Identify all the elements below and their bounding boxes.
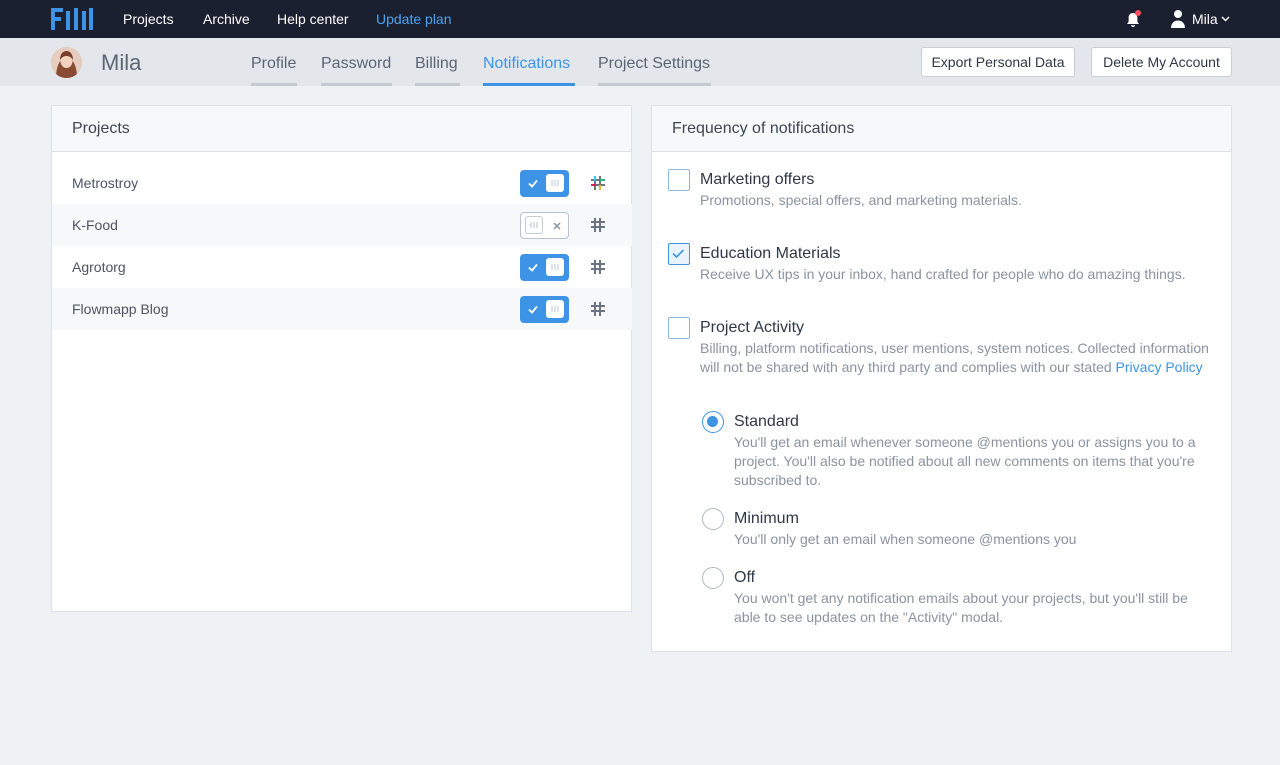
option-title: Project Activity	[700, 319, 805, 336]
avatar	[51, 47, 82, 78]
top-navigation-bar: Projects Archive Help center Update plan…	[0, 0, 1280, 38]
frequency-title: Standard	[734, 413, 799, 430]
frequency-description: You'll only get an email when someone @m…	[734, 531, 1077, 547]
project-row: K-Food	[52, 204, 632, 246]
delete-account-button[interactable]: Delete My Account	[1091, 47, 1232, 77]
grip-icon	[551, 306, 559, 312]
tab-password-underline	[321, 83, 392, 86]
privacy-policy-link[interactable]: Privacy Policy	[1116, 359, 1203, 375]
marketing-offers-checkbox[interactable]	[668, 169, 690, 191]
slack-icon[interactable]	[589, 216, 607, 234]
project-toggle[interactable]	[520, 254, 569, 281]
grip-icon	[551, 180, 559, 186]
export-personal-data-button[interactable]: Export Personal Data	[921, 47, 1075, 77]
project-toggle[interactable]	[520, 212, 569, 239]
tab-billing[interactable]: Billing	[415, 55, 458, 73]
project-activity-checkbox[interactable]	[668, 317, 690, 339]
projects-panel: Projects Metrostroy K-Food Agrotorg Flow…	[51, 105, 632, 612]
frequency-description: You won't get any notification emails ab…	[734, 590, 1188, 625]
tab-profile[interactable]: Profile	[251, 55, 296, 73]
project-row: Agrotorg	[52, 246, 632, 288]
tab-notifications-underline	[483, 83, 575, 86]
check-icon	[528, 263, 538, 272]
projects-panel-title: Projects	[52, 106, 631, 152]
project-toggle[interactable]	[520, 170, 569, 197]
frequency-title: Off	[734, 569, 756, 586]
profile-name: Mila	[101, 50, 142, 75]
account-header: Mila Profile Password Billing Notificati…	[0, 38, 1280, 86]
tab-billing-underline	[415, 83, 460, 86]
grip-icon	[551, 264, 559, 270]
slack-icon[interactable]	[589, 258, 607, 276]
minimum-radio[interactable]	[702, 508, 724, 530]
project-row: Flowmapp Blog	[52, 288, 632, 330]
frequency-title: Minimum	[734, 510, 799, 527]
tab-notifications[interactable]: Notifications	[483, 55, 570, 73]
notifications-panel-title: Frequency of notifications	[652, 106, 1231, 152]
project-name: Agrotorg	[72, 259, 126, 275]
notification-bell-icon[interactable]	[1123, 9, 1143, 29]
option-title: Marketing offers	[700, 171, 815, 188]
user-name: Mila	[1192, 11, 1218, 27]
check-icon	[672, 249, 685, 259]
chevron-down-icon	[1221, 16, 1230, 22]
nav-update-plan[interactable]: Update plan	[376, 11, 452, 27]
frequency-description: You'll get an email whenever someone @me…	[734, 434, 1196, 488]
project-name: K-Food	[72, 217, 118, 233]
option-description: Receive UX tips in your inbox, hand craf…	[700, 266, 1186, 282]
tab-profile-underline	[251, 83, 297, 86]
nav-projects[interactable]: Projects	[123, 11, 174, 27]
flowmapp-logo[interactable]	[51, 8, 93, 30]
user-icon	[1171, 10, 1185, 28]
tab-password[interactable]: Password	[321, 55, 391, 73]
option-title: Education Materials	[700, 245, 841, 262]
check-icon	[528, 305, 538, 314]
option-description: Promotions, special offers, and marketin…	[700, 192, 1022, 208]
option-description: Billing, platform notifications, user me…	[700, 339, 1220, 377]
tab-project-settings[interactable]: Project Settings	[598, 55, 710, 73]
check-icon	[528, 179, 538, 188]
close-icon	[553, 222, 561, 230]
project-toggle[interactable]	[520, 296, 569, 323]
education-materials-checkbox[interactable]	[668, 243, 690, 265]
project-name: Metrostroy	[72, 175, 139, 191]
project-name: Flowmapp Blog	[72, 301, 169, 317]
notifications-panel: Frequency of notifications Marketing off…	[651, 105, 1232, 652]
nav-help-center[interactable]: Help center	[277, 11, 349, 27]
project-row: Metrostroy	[52, 162, 632, 204]
user-menu[interactable]: Mila	[1170, 9, 1230, 29]
nav-archive[interactable]: Archive	[203, 11, 250, 27]
off-radio[interactable]	[702, 567, 724, 589]
slack-icon[interactable]	[589, 174, 607, 192]
slack-icon[interactable]	[589, 300, 607, 318]
standard-radio[interactable]	[702, 411, 724, 433]
tab-project-settings-underline	[598, 83, 711, 86]
grip-icon	[530, 222, 538, 228]
